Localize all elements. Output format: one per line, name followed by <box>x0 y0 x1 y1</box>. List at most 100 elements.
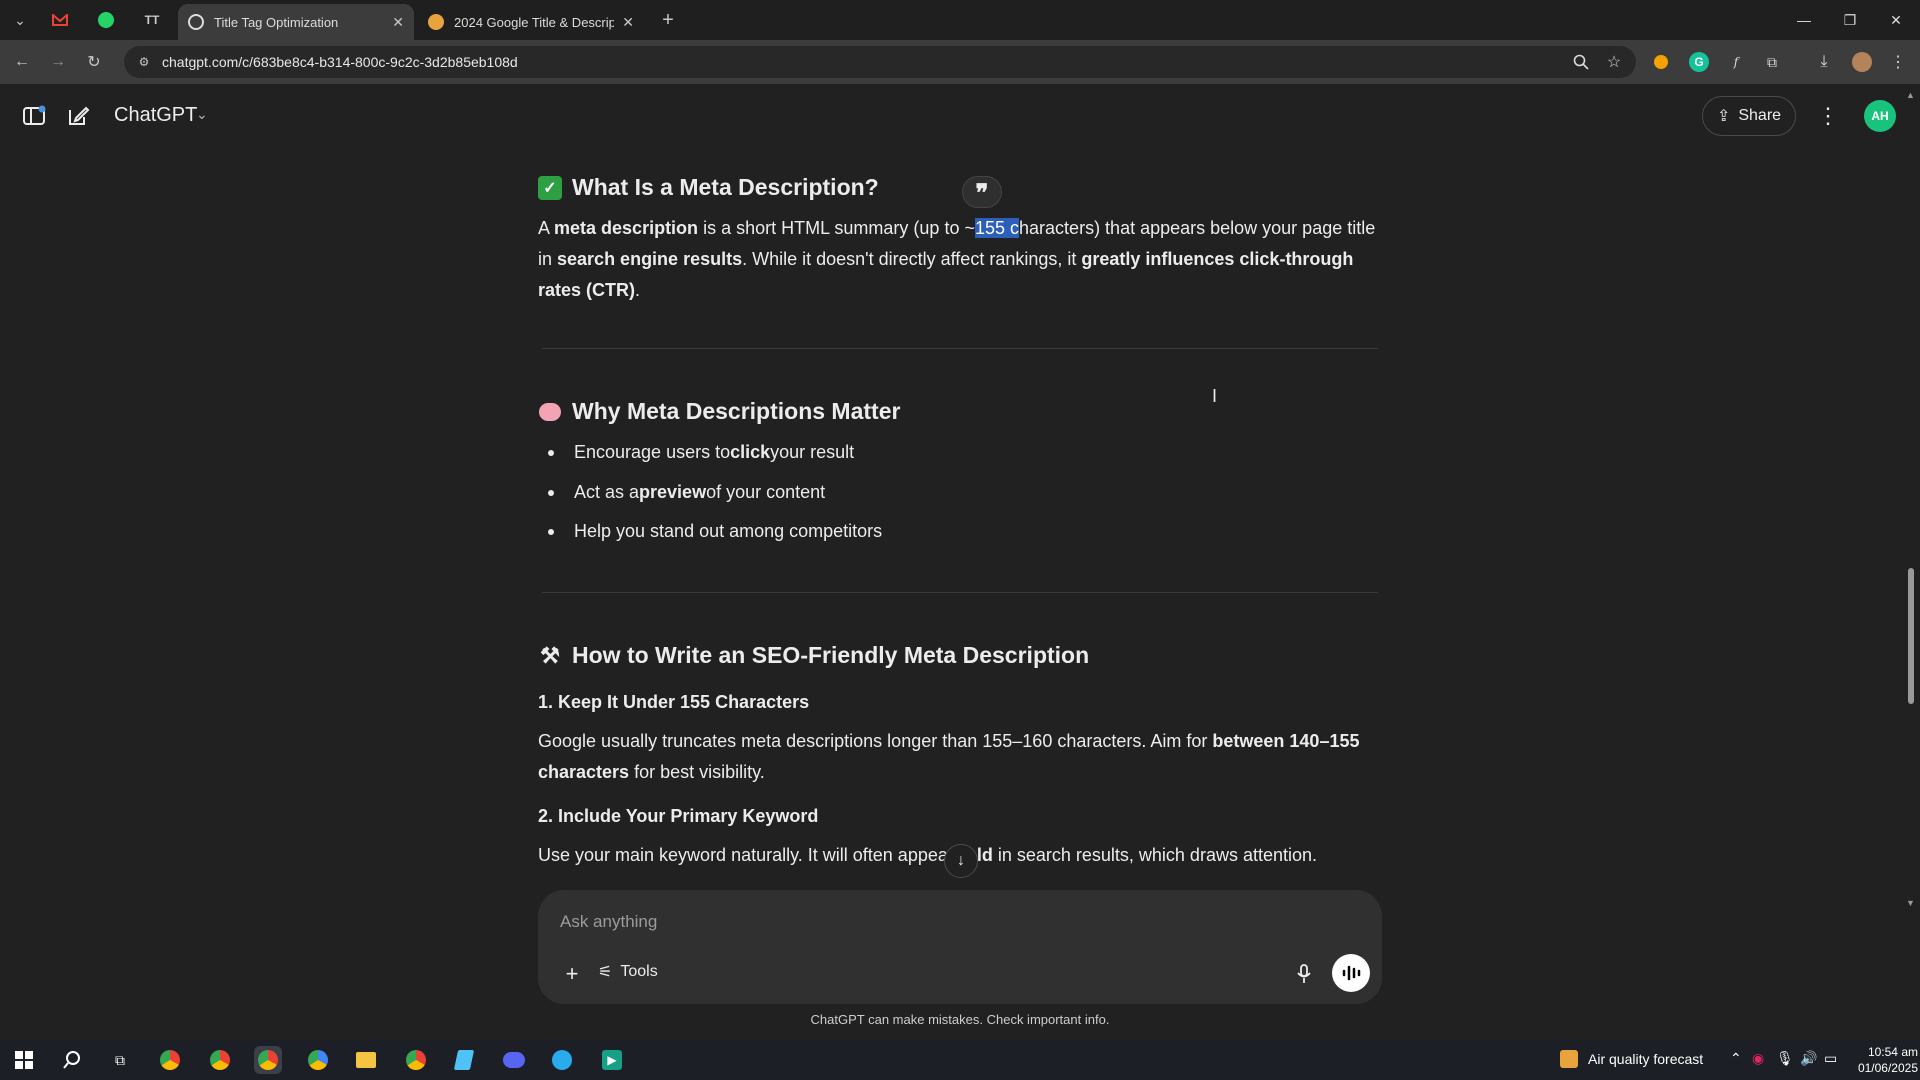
heading-text: Why Meta Descriptions Matter <box>572 398 901 424</box>
step-number-partial: 3 <box>538 888 548 890</box>
address-url[interactable]: chatgpt.com/c/683be8c4-b314-800c-9c2c-3d… <box>162 54 518 70</box>
address-bar[interactable]: ⚙ chatgpt.com/c/683be8c4-b314-800c-9c2c-… <box>124 46 1636 78</box>
restore-icon[interactable]: ❐ <box>1830 6 1870 34</box>
close-icon[interactable]: ✕ <box>1876 6 1916 34</box>
grammarly-icon[interactable]: G <box>1689 52 1709 72</box>
system-clock[interactable]: 10:54 am 01/06/2025 <box>1840 1044 1918 1076</box>
chrome-icon[interactable] <box>156 1046 184 1074</box>
chevron-down-icon[interactable]: ⌄ <box>196 106 208 123</box>
divider <box>542 348 1378 349</box>
chrome-icon[interactable] <box>304 1046 332 1074</box>
browser-toolbar: ← → ↻ ⚙ chatgpt.com/c/683be8c4-b314-800c… <box>0 40 1920 84</box>
share-button[interactable]: ⇪ Share <box>1702 96 1796 136</box>
volume-icon[interactable]: 🔊 <box>1800 1050 1817 1067</box>
paragraph-step1: Google usually truncates meta descriptio… <box>538 731 1360 782</box>
telegram-icon[interactable] <box>548 1046 576 1074</box>
sidebar-toggle-icon[interactable] <box>20 102 48 130</box>
weather-widget[interactable]: Air quality forecast <box>1560 1050 1703 1068</box>
function-icon[interactable]: f <box>1726 52 1746 72</box>
model-selector[interactable]: ChatGPT <box>114 104 197 127</box>
tab-close-icon[interactable]: ✕ <box>622 14 634 31</box>
new-chat-icon[interactable] <box>64 102 92 130</box>
divider <box>542 592 1378 593</box>
profile-icon[interactable] <box>1852 52 1872 72</box>
scroll-down-icon[interactable]: ↓ <box>944 844 978 878</box>
tab-search-icon[interactable]: ⌄ <box>6 6 34 34</box>
clock-time: 10:54 am <box>1867 1045 1918 1059</box>
heading-text: What Is a Meta Description? <box>572 174 879 200</box>
browser-menu-icon[interactable]: ⋮ <box>1888 52 1908 72</box>
weather-label: Air quality forecast <box>1588 1051 1704 1067</box>
microphone-icon[interactable] <box>1290 960 1318 988</box>
whatsapp-icon[interactable] <box>92 6 120 34</box>
brain-icon <box>538 402 562 421</box>
back-icon[interactable]: ← <box>8 48 36 76</box>
scrollbar-thumb[interactable] <box>1908 568 1914 704</box>
scroll-up-arrow-icon[interactable]: ▲ <box>1906 90 1915 100</box>
section-heading-what-is: ✓ What Is a Meta Description? <box>538 174 879 201</box>
tab-title: Title Tag Optimization <box>214 14 339 30</box>
more-options-icon[interactable]: ⋮ <box>1816 102 1840 130</box>
step-title: 2. Include Your Primary Keyword <box>538 806 819 826</box>
new-tab-icon[interactable]: + <box>654 6 682 34</box>
chrome-icon[interactable] <box>254 1046 282 1074</box>
recording-icon[interactable]: ◉ <box>1752 1050 1764 1067</box>
terminal-icon[interactable]: ▶ <box>598 1046 626 1074</box>
windows-taskbar: ⧉ ▶ Air quality forecast ⌃ ◉ 🎙 🔊 ▭ 10:54… <box>0 1040 1920 1080</box>
hammer-wrench-icon: ⚒ <box>540 642 560 668</box>
tab-google-title-description[interactable]: 2024 Google Title & Descriptio ✕ <box>418 4 644 40</box>
site-info-icon[interactable]: ⚙ <box>136 54 152 70</box>
step-title: 1. Keep It Under 155 Characters <box>538 692 810 712</box>
heading-text: How to Write an SEO-Friendly Meta Descri… <box>572 642 1090 668</box>
chrome-icon[interactable] <box>402 1046 430 1074</box>
scroll-down-arrow-icon[interactable]: ▼ <box>1906 898 1915 908</box>
tt-icon[interactable]: TT <box>138 6 166 34</box>
downloads-icon[interactable]: ⤓ <box>1814 52 1834 72</box>
list-item: Help you stand out among competitors <box>548 521 882 542</box>
scrollbar[interactable]: ▲ ▼ <box>1904 90 1918 910</box>
discord-icon[interactable] <box>500 1046 528 1074</box>
site-favicon-icon <box>428 14 444 30</box>
file-explorer-icon[interactable] <box>352 1046 380 1074</box>
voice-mode-icon[interactable] <box>1332 954 1370 992</box>
reload-icon[interactable]: ↻ <box>80 48 108 76</box>
tools-label: Tools <box>620 963 658 980</box>
air-quality-icon <box>1560 1050 1578 1068</box>
paragraph-meta-description: A meta description is a short HTML summa… <box>538 218 1376 300</box>
add-attachment-icon[interactable]: + <box>558 960 586 988</box>
section-heading-why-matter: Why Meta Descriptions Matter <box>538 398 900 425</box>
extensions-puzzle-icon[interactable]: ⧉ <box>1762 52 1782 72</box>
app-icon[interactable] <box>450 1046 478 1074</box>
network-icon[interactable]: ▭ <box>1824 1050 1837 1067</box>
disclaimer-text: ChatGPT can make mistakes. Check importa… <box>810 1012 1110 1027</box>
zoom-icon[interactable] <box>1571 52 1591 72</box>
section-heading-how-to: ⚒ How to Write an SEO-Friendly Meta Desc… <box>538 642 1089 669</box>
tools-button[interactable]: ⚟ Tools <box>598 962 658 982</box>
gmail-icon[interactable] <box>46 6 74 34</box>
windows-start-icon[interactable] <box>10 1046 38 1074</box>
extension-icon[interactable] <box>1654 55 1668 69</box>
tab-title: 2024 Google Title & Descriptio <box>454 14 615 30</box>
check-icon: ✓ <box>538 175 562 200</box>
list-item: Encourage users to click your result <box>548 442 854 463</box>
show-hidden-icons-icon[interactable]: ⌃ <box>1730 1050 1742 1067</box>
prompt-input[interactable]: Ask anything <box>560 912 657 932</box>
tab-close-icon[interactable]: ✕ <box>392 14 404 31</box>
task-view-icon[interactable]: ⧉ <box>106 1046 134 1074</box>
avatar[interactable]: AH <box>1864 100 1896 132</box>
search-icon[interactable] <box>58 1046 86 1074</box>
message-composer[interactable]: Ask anything + ⚟ Tools <box>538 890 1382 1004</box>
conversation-content: ✓ What Is a Meta Description? ❞ A meta d… <box>0 148 1920 890</box>
share-label: Share <box>1738 107 1782 124</box>
forward-icon[interactable]: → <box>44 48 72 76</box>
chrome-icon[interactable] <box>206 1046 234 1074</box>
chatgpt-favicon-icon <box>188 14 204 30</box>
microphone-tray-icon[interactable]: 🎙 <box>1776 1050 1794 1067</box>
tab-title-tag-optimization[interactable]: Title Tag Optimization ✕ <box>178 4 414 40</box>
chatgpt-header: ChatGPT ⌄ ⇪ Share ⋮ AH <box>0 84 1920 148</box>
tools-icon: ⚟ <box>598 964 613 981</box>
clock-date: 01/06/2025 <box>1857 1061 1918 1075</box>
bookmark-star-icon[interactable]: ☆ <box>1604 52 1624 72</box>
minimize-icon[interactable]: — <box>1784 6 1824 34</box>
quote-icon[interactable]: ❞ <box>962 176 1002 208</box>
